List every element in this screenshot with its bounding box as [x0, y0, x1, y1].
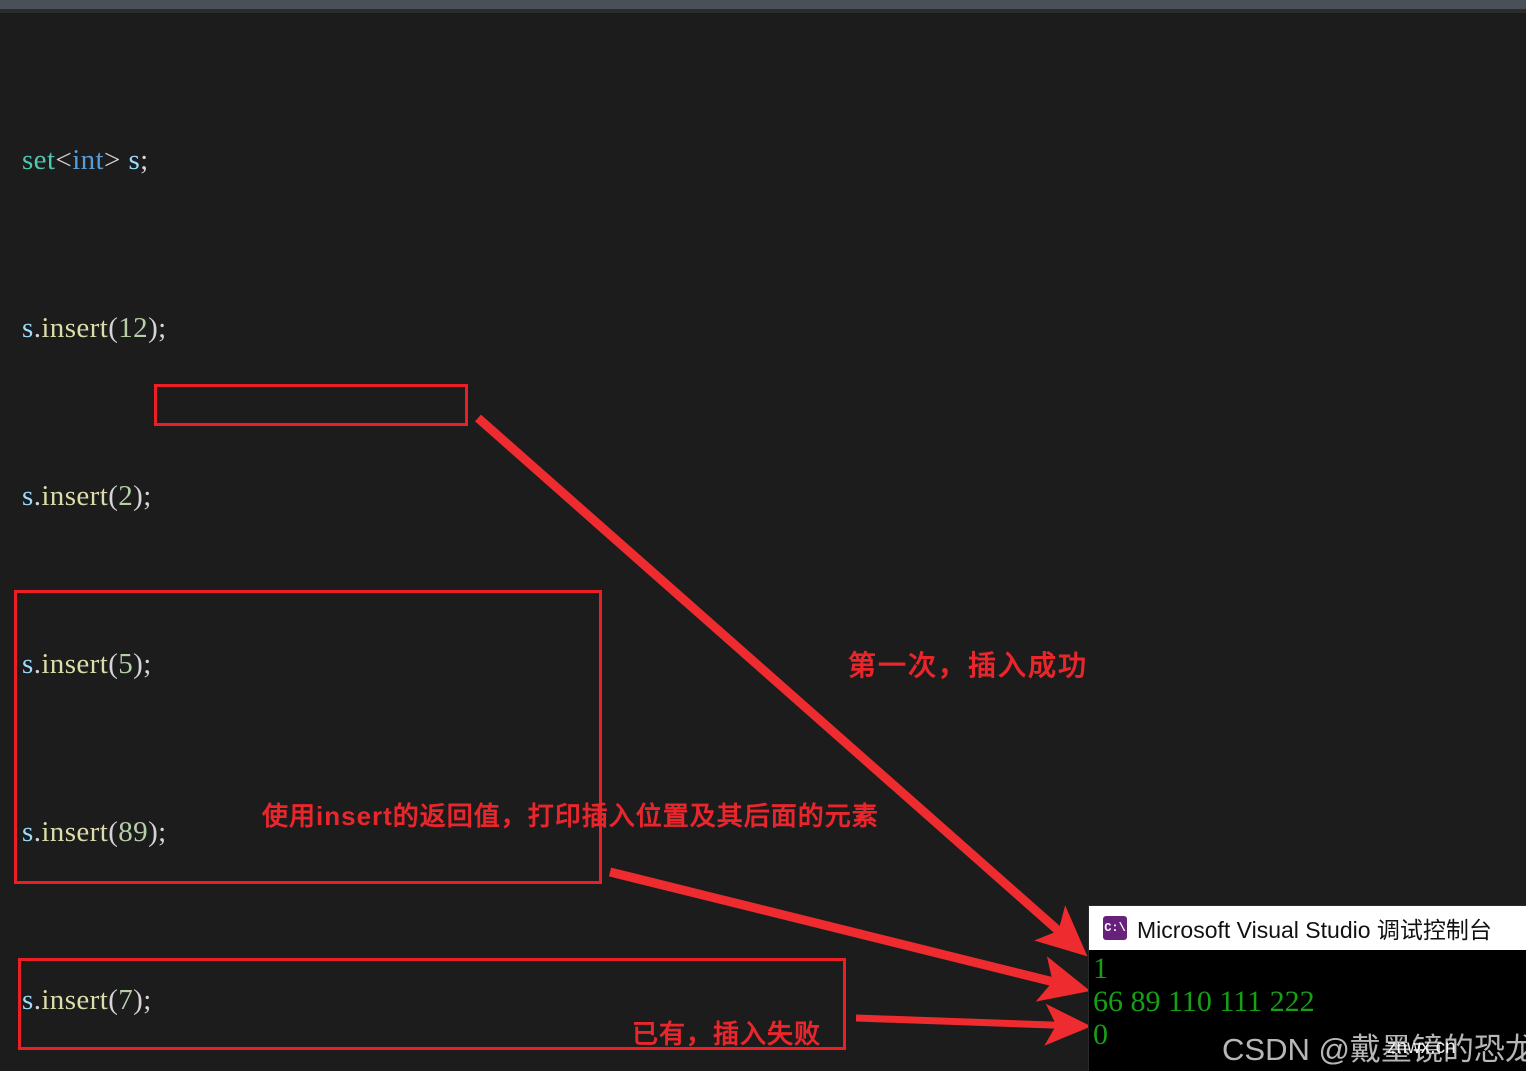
- token-lt: <: [55, 144, 73, 176]
- token-s-var: s: [128, 144, 141, 176]
- value-12: 12: [118, 312, 149, 344]
- token-lparen: (: [108, 312, 119, 344]
- debug-console-window[interactable]: C:\ Microsoft Visual Studio 调试控制台 1 66 8…: [1089, 906, 1526, 1071]
- token-semicolon: ;: [140, 144, 149, 176]
- token-s-var: s: [22, 648, 34, 680]
- token-semicolon: ;: [143, 648, 152, 680]
- token-semicolon: ;: [158, 816, 167, 848]
- token-lparen: (: [108, 816, 119, 848]
- console-title-bar[interactable]: C:\ Microsoft Visual Studio 调试控制台: [1089, 906, 1526, 950]
- site-watermark: znwx.cn: [1387, 1037, 1456, 1058]
- token-lparen: (: [108, 648, 119, 680]
- value-5: 5: [118, 648, 134, 680]
- token-s-var: s: [22, 312, 34, 344]
- token-gt: >: [104, 144, 121, 176]
- token-insert: insert: [41, 312, 109, 344]
- console-app-icon: C:\: [1103, 916, 1127, 940]
- token-lparen: (: [108, 480, 119, 512]
- token-insert: insert: [41, 480, 109, 512]
- token-semicolon: ;: [143, 480, 152, 512]
- code-editor[interactable]: set<int> s; s.insert(12); s.insert(2); s…: [0, 13, 1100, 1071]
- annotation-already-exists-fail: 已有，插入失败: [632, 1019, 822, 1049]
- token-rparen: ): [133, 984, 144, 1016]
- token-s-var: s: [22, 480, 34, 512]
- token-insert: insert: [41, 648, 109, 680]
- code-line-1[interactable]: set<int> s;: [0, 139, 1100, 181]
- screenshot-root: set<int> s; s.insert(12); s.insert(2); s…: [0, 0, 1526, 1071]
- token-lparen: (: [108, 984, 119, 1016]
- code-line-6[interactable]: s.insert(7);: [0, 979, 1100, 1021]
- code-line-2[interactable]: s.insert(12);: [0, 307, 1100, 349]
- value-2: 2: [118, 480, 134, 512]
- token-rparen: ): [148, 816, 159, 848]
- code-line-3[interactable]: s.insert(2);: [0, 475, 1100, 517]
- value-7: 7: [118, 984, 134, 1016]
- token-set: set: [22, 144, 56, 176]
- console-title-text: Microsoft Visual Studio 调试控制台: [1137, 917, 1492, 943]
- annotation-first-insert-success: 第一次，插入成功: [848, 650, 1089, 681]
- annotation-use-return-value: 使用insert的返回值，打印插入位置及其后面的元素: [262, 801, 879, 831]
- token-insert: insert: [41, 984, 109, 1016]
- ide-top-strip: [0, 0, 1526, 9]
- token-s-var: s: [22, 816, 34, 848]
- token-rparen: ): [133, 648, 144, 680]
- console-output-area[interactable]: 1 66 89 110 111 222 0 CSDN @戴墨镜的恐龙 znwx.…: [1089, 950, 1526, 1071]
- token-semicolon: ;: [158, 312, 167, 344]
- token-s-var: s: [22, 984, 34, 1016]
- token-insert: insert: [41, 816, 109, 848]
- token-int: int: [72, 144, 105, 176]
- token-rparen: ): [133, 480, 144, 512]
- token-rparen: ): [148, 312, 159, 344]
- value-89: 89: [118, 816, 149, 848]
- token-semicolon: ;: [143, 984, 152, 1016]
- console-output-line: 66 89 110 111 222: [1093, 985, 1315, 1018]
- csdn-watermark: CSDN @戴墨镜的恐龙: [1222, 1032, 1526, 1067]
- console-output-line: 1: [1093, 952, 1108, 985]
